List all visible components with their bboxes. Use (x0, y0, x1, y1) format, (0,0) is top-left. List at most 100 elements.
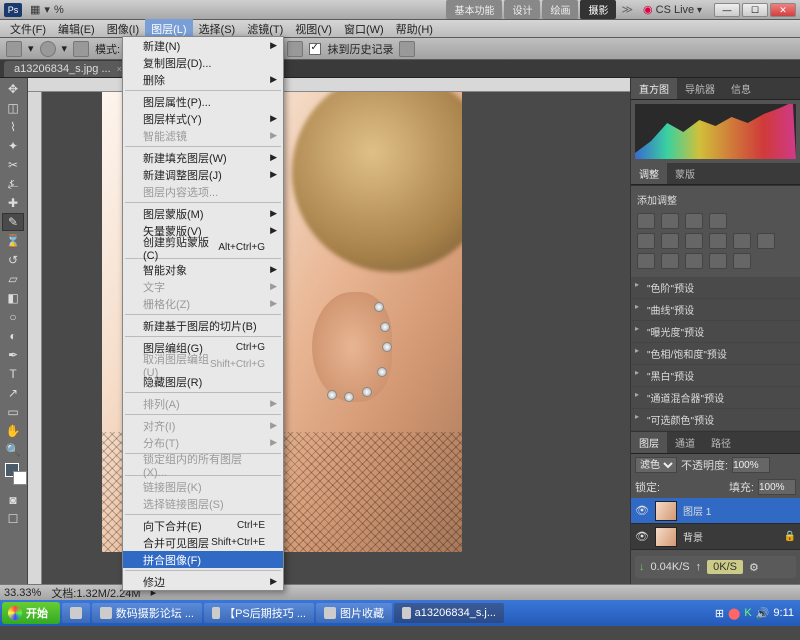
lock-all-icon[interactable] (700, 480, 714, 494)
layer-thumb[interactable] (655, 501, 677, 521)
preset-item[interactable]: "色阶"预设 (631, 277, 800, 299)
type-tool[interactable]: T (2, 365, 24, 383)
close-icon[interactable]: ✕ (770, 3, 796, 17)
layer-name[interactable]: 背景 (683, 529, 703, 544)
adj-threshold-icon[interactable] (685, 253, 703, 269)
menu-item[interactable]: 智能对象▶ (123, 261, 283, 278)
layer-row[interactable]: 👁 背景 🔒 (631, 524, 800, 550)
crop-tool[interactable]: ✂ (2, 156, 24, 174)
panel-tab-channels[interactable]: 通道 (667, 432, 703, 453)
adj-bw-icon[interactable] (709, 233, 727, 249)
adj-photo-icon[interactable] (733, 233, 751, 249)
brush-panel-icon[interactable] (73, 41, 89, 57)
menu-item[interactable]: 创建剪贴蒙版(C)Alt+Ctrl+G (123, 239, 283, 256)
ruler-vertical[interactable] (28, 92, 42, 584)
panel-tab-mask[interactable]: 蒙版 (667, 163, 703, 184)
visibility-icon[interactable]: 👁 (635, 530, 649, 543)
taskbar-item-active[interactable]: a13206834_s.j... (394, 603, 504, 623)
history-checkbox[interactable] (309, 43, 321, 55)
clock[interactable]: 9:11 (773, 607, 794, 619)
adj-vibrance-icon[interactable] (637, 233, 655, 249)
adj-selective-icon[interactable] (733, 253, 751, 269)
menu-item[interactable]: 新建(N)▶ (123, 37, 283, 54)
hand-tool[interactable]: ✋ (2, 422, 24, 440)
quickmask-tool[interactable]: ◙ (2, 491, 24, 509)
menu-window[interactable]: 窗口(W) (338, 19, 390, 39)
menu-item[interactable]: 合并可见图层Shift+Ctrl+E (123, 534, 283, 551)
brush-preset-icon[interactable] (40, 41, 56, 57)
lasso-tool[interactable]: ⌇ (2, 118, 24, 136)
panel-tab-adjust[interactable]: 调整 (631, 163, 667, 184)
preset-item[interactable]: "色相/饱和度"预设 (631, 343, 800, 365)
lock-position-icon[interactable] (682, 480, 696, 494)
panel-tab-navigator[interactable]: 导航器 (677, 78, 723, 99)
move-tool[interactable]: ✥ (2, 80, 24, 98)
menu-item[interactable]: 图层属性(P)... (123, 93, 283, 110)
document-tab[interactable]: a13206834_s.jpg ... × (4, 61, 132, 77)
menu-item[interactable]: 图层蒙版(M)▶ (123, 205, 283, 222)
adj-exposure-icon[interactable] (709, 213, 727, 229)
toolbar-icon[interactable]: ▾ (44, 3, 50, 16)
menu-item[interactable]: 向下合并(E)Ctrl+E (123, 517, 283, 534)
adj-invert-icon[interactable] (637, 253, 655, 269)
layer-row[interactable]: 👁 图层 1 (631, 498, 800, 524)
zoom-value[interactable]: 33.33% (4, 587, 41, 599)
heal-tool[interactable]: ✚ (2, 194, 24, 212)
adj-brightness-icon[interactable] (637, 213, 655, 229)
lock-pixels-icon[interactable] (664, 480, 678, 494)
adj-curves-icon[interactable] (685, 213, 703, 229)
preset-item[interactable]: "可选颜色"预设 (631, 409, 800, 431)
minimize-icon[interactable]: — (714, 3, 740, 17)
tray-icon[interactable]: K (744, 607, 751, 619)
airbrush-icon[interactable] (287, 41, 303, 57)
opacity-input[interactable] (732, 457, 770, 473)
workspace-more-icon[interactable]: ≫ (621, 3, 633, 16)
menu-item[interactable]: 拼合图像(F) (123, 551, 283, 568)
shape-tool[interactable]: ▭ (2, 403, 24, 421)
menu-item[interactable]: 新建基于图层的切片(B) (123, 317, 283, 334)
dodge-tool[interactable]: ◐ (2, 327, 24, 345)
menu-item[interactable]: 修边▶ (123, 573, 283, 590)
blend-mode-select[interactable]: 滤色 (635, 457, 677, 473)
zoom-tool[interactable]: 🔍 (2, 441, 24, 459)
gradient-tool[interactable]: ◧ (2, 289, 24, 307)
layer-name[interactable]: 图层 1 (683, 503, 711, 518)
visibility-icon[interactable]: 👁 (635, 504, 649, 517)
adj-mixer-icon[interactable] (757, 233, 775, 249)
stamp-tool[interactable]: ⌛ (2, 232, 24, 250)
menu-item[interactable]: 图层样式(Y)▶ (123, 110, 283, 127)
taskbar-item[interactable]: 数码摄影论坛 ... (92, 603, 202, 623)
workspace-tab[interactable]: 基本功能 (446, 0, 502, 19)
menu-item[interactable]: 隐藏图层(R) (123, 373, 283, 390)
blur-tool[interactable]: ○ (2, 308, 24, 326)
menu-view[interactable]: 视图(V) (289, 19, 338, 39)
workspace-tab[interactable]: 绘画 (542, 0, 578, 19)
toolbar-icon[interactable]: % (54, 4, 64, 16)
ruler-horizontal[interactable] (28, 78, 630, 92)
menu-item[interactable]: 删除▶ (123, 71, 283, 88)
start-button[interactable]: 开始 (2, 602, 60, 624)
taskbar-item[interactable]: 图片收藏 (316, 603, 392, 623)
tray-icon[interactable]: 🔊 (756, 607, 770, 620)
adj-hue-icon[interactable] (661, 233, 679, 249)
preset-item[interactable]: "黑白"预设 (631, 365, 800, 387)
menu-item[interactable]: 复制图层(D)... (123, 54, 283, 71)
taskbar-item[interactable] (62, 603, 90, 623)
fill-input[interactable] (758, 479, 796, 495)
history-brush-tool[interactable]: ↺ (2, 251, 24, 269)
menu-item[interactable]: 新建填充图层(W)▶ (123, 149, 283, 166)
preset-item[interactable]: "曝光度"预设 (631, 321, 800, 343)
tool-preset-icon[interactable] (6, 41, 22, 57)
eyedropper-tool[interactable]: ⍼ (2, 175, 24, 193)
preset-item[interactable]: "曲线"预设 (631, 299, 800, 321)
panel-tab-paths[interactable]: 路径 (703, 432, 739, 453)
settings-icon[interactable]: ⚙ (749, 561, 759, 574)
adj-poster-icon[interactable] (661, 253, 679, 269)
panel-tab-layers[interactable]: 图层 (631, 432, 667, 453)
wand-tool[interactable]: ✦ (2, 137, 24, 155)
menu-file[interactable]: 文件(F) (4, 19, 52, 39)
tray-icon[interactable]: ⬤ (728, 607, 740, 620)
preset-item[interactable]: "通道混合器"预设 (631, 387, 800, 409)
adj-levels-icon[interactable] (661, 213, 679, 229)
brush-tool[interactable]: ✎ (2, 213, 24, 231)
